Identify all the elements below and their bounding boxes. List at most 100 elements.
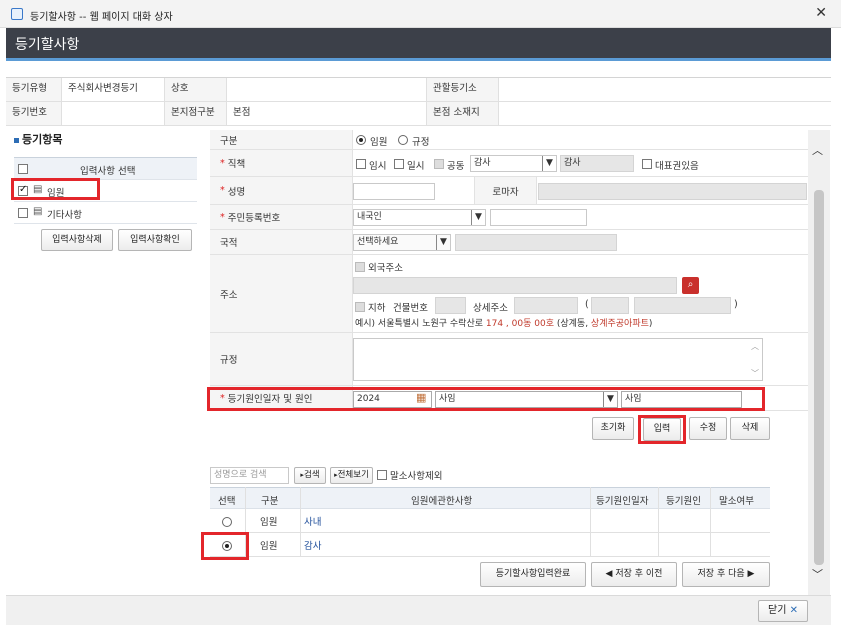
rep-authority-checkbox[interactable]: [642, 159, 652, 169]
other-checkbox[interactable]: [18, 208, 28, 218]
circle-right-icon: ▶: [747, 569, 755, 579]
underground-label: 지하: [368, 303, 386, 314]
category-officer-radio[interactable]: [356, 135, 366, 145]
regulation-label: 규정: [210, 333, 353, 385]
show-all-button[interactable]: ▸전체보기: [330, 467, 373, 484]
save-next-button[interactable]: 저장 후 다음 ▶: [682, 562, 770, 587]
interim-label: 일시: [407, 161, 425, 172]
vertical-scrollbar[interactable]: ︿ ﹀: [808, 130, 830, 595]
row-detail-link[interactable]: 감사: [304, 538, 321, 552]
info-value: [499, 102, 831, 125]
other-item-label: 기타사항: [47, 210, 82, 221]
category-label: 구분: [210, 130, 353, 149]
chevron-down-icon: ▼: [436, 235, 450, 250]
item-table-header: 입력사항 선택: [14, 158, 197, 180]
scroll-thumb[interactable]: [814, 190, 824, 565]
row-select-radio[interactable]: [222, 517, 232, 527]
info-value: 본점: [227, 102, 427, 125]
address-input[interactable]: [353, 277, 677, 294]
category-rule-radio[interactable]: [398, 135, 408, 145]
address-label: 주소: [210, 255, 353, 332]
info-value: [499, 78, 831, 101]
item-row-other[interactable]: ▤ 기타사항: [14, 202, 197, 224]
exclude-cancelled-checkbox[interactable]: [377, 470, 387, 480]
grid-header-detail: 임원에관한사항: [411, 496, 473, 507]
header-accent-line: [6, 58, 831, 61]
nationality-row: 국적 선택하세요 ▼: [210, 230, 810, 255]
dong-input[interactable]: [591, 297, 629, 314]
close-button[interactable]: 닫기 ✕: [758, 600, 808, 622]
page-header: 등기할사항: [6, 28, 831, 58]
selected-row-highlight-box: [201, 532, 249, 560]
sidebar: 등기항목 입력사항 선택 ▤ 임원 ▤ 기타사항 입력사항삭제 입력사항확인: [6, 125, 204, 595]
regulation-row: 규정 ︿ ﹀: [210, 333, 810, 386]
edit-button[interactable]: 수정: [689, 417, 727, 440]
info-row-2: 등기번호 본지점구분 본점 본점 소재지: [6, 102, 831, 126]
resident-type-select[interactable]: 내국인 ▼: [353, 209, 486, 226]
resident-row: * 주민등록번호 내국인 ▼: [210, 205, 810, 230]
table-row[interactable]: 임원 감사: [210, 533, 770, 557]
info-label: 등기유형: [6, 78, 62, 101]
nationality-select[interactable]: 선택하세요 ▼: [353, 234, 451, 251]
chevron-up-icon[interactable]: ︿: [751, 341, 759, 352]
table-row[interactable]: 임원 사내: [210, 509, 770, 533]
detail-address-label: 상세주소: [473, 303, 508, 314]
search-button[interactable]: ▸검색: [294, 467, 326, 484]
category-row: 구분 임원 규정: [210, 130, 810, 150]
building-name-input[interactable]: [634, 297, 731, 314]
grid-header-status: 말소여부: [719, 496, 754, 507]
reset-button[interactable]: 초기화: [592, 417, 634, 440]
registration-complete-button[interactable]: 등기할사항입력완료: [480, 562, 586, 587]
page-title: 등기할사항: [15, 37, 80, 53]
resident-label: * 주민등록번호: [210, 205, 353, 229]
window-titlebar: 등기할사항 -- 웹 페이지 대화 상자 ✕: [0, 0, 841, 28]
name-row: * 성명 로마자: [210, 177, 810, 205]
window-title: 등기할사항 -- 웹 페이지 대화 상자: [30, 12, 173, 23]
save-prev-button[interactable]: ◀ 저장 후 이전: [591, 562, 677, 587]
scroll-down-icon[interactable]: ﹀: [812, 566, 823, 582]
info-label: 본점 소재지: [427, 102, 499, 125]
bullet-icon: [14, 137, 19, 143]
building-no-label: 건물번호: [393, 303, 428, 314]
delete-items-button[interactable]: 입력사항삭제: [41, 229, 113, 251]
name-input[interactable]: [353, 183, 435, 200]
sidebar-title: 등기항목: [14, 131, 62, 147]
registration-info-table: 등기유형 주식회사변경등기 상호 관할등기소 등기번호 본지점구분 본점 본점 …: [6, 77, 831, 126]
info-label: 등기번호: [6, 102, 62, 125]
row-detail-link[interactable]: 사내: [304, 514, 321, 528]
resident-number-input[interactable]: [490, 209, 587, 226]
grid-header-cause: 등기원인: [666, 496, 701, 507]
scroll-up-icon[interactable]: ︿: [812, 142, 823, 158]
joint-checkbox[interactable]: [434, 159, 444, 169]
window-close-icon[interactable]: ✕: [815, 5, 827, 21]
search-icon[interactable]: ⌕: [682, 277, 699, 294]
position-label: * 직책: [210, 150, 353, 176]
interim-checkbox[interactable]: [394, 159, 404, 169]
exclude-cancelled-label: 말소사항제외: [390, 471, 443, 482]
regulation-textarea[interactable]: [353, 338, 763, 381]
info-label: 본지점구분: [165, 102, 227, 125]
delete-button[interactable]: 삭제: [730, 417, 770, 440]
chevron-down-icon[interactable]: ﹀: [751, 368, 759, 379]
joint-label: 공동: [447, 161, 465, 172]
position-select[interactable]: 감사 ▼: [470, 155, 557, 172]
info-label: 상호: [165, 78, 227, 101]
building-no-input[interactable]: [435, 297, 466, 314]
chevron-down-icon: ▼: [471, 210, 485, 225]
select-all-checkbox[interactable]: [18, 164, 28, 174]
info-row-1: 등기유형 주식회사변경등기 상호 관할등기소: [6, 78, 831, 102]
foreign-address-checkbox[interactable]: [355, 262, 365, 272]
info-label: 관할등기소: [427, 78, 499, 101]
info-value: 주식회사변경등기: [62, 78, 165, 101]
temp-checkbox[interactable]: [356, 159, 366, 169]
underground-checkbox[interactable]: [355, 302, 365, 312]
confirm-items-button[interactable]: 입력사항확인: [118, 229, 192, 251]
officer-search-input[interactable]: 성명으로 검색: [210, 467, 289, 484]
info-value: [227, 78, 427, 101]
position-row: * 직책 임시 일시 공동 감사 ▼ 감사 대표권있음: [210, 150, 810, 177]
row-category: 임원: [260, 541, 278, 552]
roman-input[interactable]: [538, 183, 807, 200]
document-icon: ▤: [33, 206, 43, 217]
detail-address-input[interactable]: [514, 297, 578, 314]
category-rule-label: 규정: [412, 137, 430, 148]
